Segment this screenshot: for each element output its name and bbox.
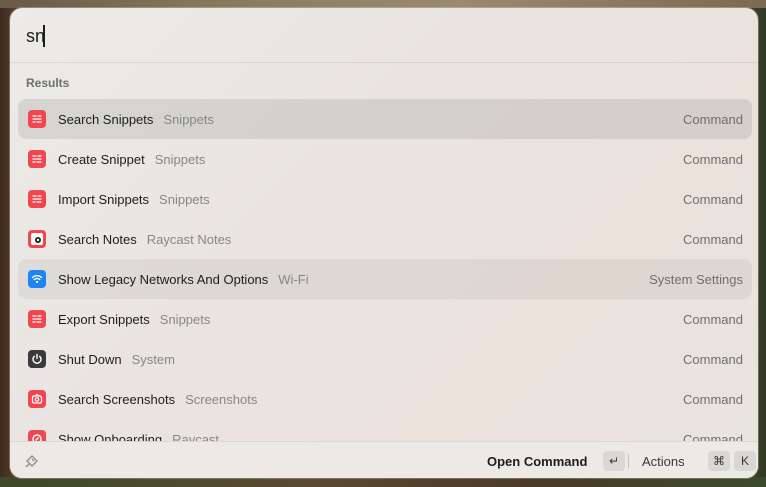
footer-bar: Open Command ↵ Actions ⌘ K xyxy=(10,441,758,478)
search-bar xyxy=(10,8,758,63)
result-title-text: Export Snippets xyxy=(58,312,150,327)
result-type: Command xyxy=(683,152,743,167)
text-caret xyxy=(43,25,45,47)
result-type: Command xyxy=(683,392,743,407)
power-icon xyxy=(28,350,46,368)
result-type: Command xyxy=(683,432,743,441)
result-title: Show Onboarding Raycast xyxy=(58,432,219,441)
result-title-text: Show Legacy Networks And Options xyxy=(58,272,269,287)
actions-button[interactable]: Actions xyxy=(642,454,685,469)
screenshot-icon xyxy=(28,390,46,408)
result-row[interactable]: Create Snippet Snippets Command xyxy=(18,139,752,179)
result-type: System Settings xyxy=(649,272,743,287)
launcher-window: Results Search SnippetsSnippetsCommandCr… xyxy=(10,8,758,478)
command-key-hint: ⌘ xyxy=(708,451,730,471)
result-row[interactable]: Shut Down System Command xyxy=(18,339,752,379)
result-subtitle: Snippets xyxy=(163,112,214,127)
result-title: Shut Down System xyxy=(58,352,175,367)
result-subtitle: Snippets xyxy=(154,152,206,167)
search-input[interactable] xyxy=(26,22,726,50)
result-row[interactable]: Search Notes Raycast Notes Command xyxy=(18,219,752,259)
open-command-button[interactable]: Open Command xyxy=(487,454,587,469)
result-type: Command xyxy=(683,192,743,207)
result-title: Search Notes Raycast Notes xyxy=(58,232,231,247)
result-row[interactable]: Show Onboarding Raycast Command xyxy=(18,419,752,441)
result-title: Show Legacy Networks And Options Wi-Fi xyxy=(58,272,309,287)
result-row[interactable]: Import Snippets Snippets Command xyxy=(18,179,752,219)
result-title-text: Shut Down xyxy=(58,352,122,367)
result-subtitle: Wi-Fi xyxy=(278,272,309,287)
result-row[interactable]: Search Snippets Snippets Command xyxy=(18,99,752,139)
footer-divider xyxy=(628,454,629,468)
result-type: Command xyxy=(683,232,743,247)
result-subtitle: Screenshots xyxy=(185,392,258,407)
result-subtitle: Snippets xyxy=(159,312,211,327)
result-row[interactable]: Show Legacy Networks And Options Wi-Fi Sys… xyxy=(18,259,752,299)
result-subtitle: System xyxy=(131,352,175,367)
k-key-hint: K xyxy=(734,451,756,471)
result-title-text: Search Notes xyxy=(58,232,137,247)
result-title-text: Show Onboarding xyxy=(58,432,163,441)
result-title: Search Snippets Snippets xyxy=(58,112,214,127)
raycast-notes-icon xyxy=(28,230,46,248)
result-type: Command xyxy=(683,312,743,327)
result-type: Command xyxy=(683,352,743,367)
wifi-icon xyxy=(28,270,46,288)
result-subtitle: Raycast xyxy=(172,432,220,441)
result-row[interactable]: Export Snippets Snippets Command xyxy=(18,299,752,339)
snippets-icon xyxy=(28,150,46,168)
section-label-results: Results xyxy=(26,76,70,90)
result-row[interactable]: Search Screenshots Screenshots Command xyxy=(18,379,752,419)
onboarding-icon xyxy=(28,430,46,441)
result-subtitle: Snippets xyxy=(159,192,210,207)
snippets-icon xyxy=(28,110,46,128)
result-type: Command xyxy=(683,112,743,127)
snippets-icon xyxy=(28,190,46,208)
result-title-text: Search Screenshots xyxy=(58,392,176,407)
desktop-wallpaper-top xyxy=(0,0,766,8)
results-list: Search Snippets Snippets Command Create Sni… xyxy=(18,99,752,441)
raycast-logo-icon[interactable] xyxy=(23,452,41,470)
desktop-wallpaper-bottom xyxy=(0,477,766,487)
result-title-text: Create Snippet xyxy=(58,152,145,167)
snippets-icon xyxy=(28,310,46,328)
result-title: Search Screenshots Screenshots xyxy=(58,392,257,407)
result-title-text: Search Snippets xyxy=(58,112,154,127)
return-key-hint: ↵ xyxy=(603,451,625,471)
result-title: Import Snippets Snippets xyxy=(58,192,210,207)
result-title-text: Import Snippets xyxy=(58,192,150,207)
result-title: Export Snippets Snippets xyxy=(58,312,210,327)
result-subtitle: Raycast Notes xyxy=(146,232,232,247)
result-title: Create Snippet Snippets xyxy=(58,152,205,167)
